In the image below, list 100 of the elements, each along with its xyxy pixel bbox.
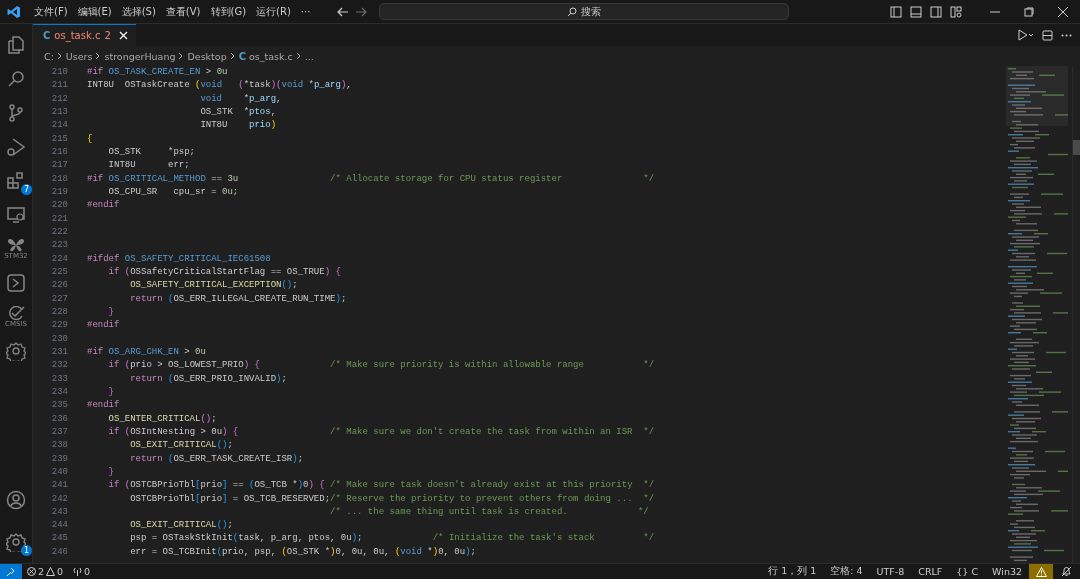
line-number: 223 — [50, 239, 69, 253]
code-line: OS_ENTER_CRITICAL(); — [107, 412, 217, 426]
panel-toggle-icon[interactable] — [910, 5, 922, 18]
line-number: 225 — [50, 265, 69, 279]
scrollbar-thumb[interactable] — [1073, 140, 1080, 155]
code-line: #if OS_TASK_CREATE_EN > 0u — [87, 66, 228, 79]
line-number: 220 — [50, 199, 69, 213]
menu-item[interactable]: 查看(V) — [160, 2, 206, 21]
antenna-icon — [73, 567, 83, 576]
problems-status[interactable]: 2 0 — [22, 566, 69, 577]
monitor-icon[interactable] — [6, 204, 26, 225]
code-line: OS_SAFETY_CRITICAL_EXCEPTION(); — [129, 279, 298, 293]
line-number: 213 — [50, 106, 69, 119]
c-file-icon: C — [43, 30, 51, 41]
code-line: } — [107, 305, 114, 319]
line-number: 228 — [50, 305, 69, 319]
status-item[interactable]: {} C — [949, 566, 986, 577]
ports-status[interactable]: 0 — [68, 566, 96, 577]
layout-icon[interactable] — [950, 5, 962, 18]
menu-item[interactable]: 转到(G) — [205, 2, 252, 21]
remote-button[interactable] — [0, 564, 22, 579]
code-line: err = OS_TCBInit(prio, psp, (OS_STK *)0, 0u, 0u, (void *)0, 0u); — [129, 545, 476, 559]
code-line: return (OS_ERR_ILLEGAL_CREATE_RUN_TIME); — [129, 292, 347, 306]
search-icon[interactable] — [6, 68, 26, 89]
forward-arrow-icon[interactable] — [355, 6, 368, 17]
breadcrumb-item[interactable]: C: — [44, 50, 54, 62]
menu-item[interactable]: 选择(S) — [116, 2, 161, 21]
code-line: INT8U OSTaskCreate (void (*task)(void *p_arg), — [87, 79, 352, 93]
more-icon[interactable] — [1061, 33, 1072, 37]
run-debug-icon[interactable] — [1016, 29, 1034, 41]
source-control-icon[interactable] — [6, 102, 26, 123]
settings-icon[interactable] — [6, 531, 26, 552]
c-file-icon: C — [238, 50, 246, 62]
line-number: 245 — [50, 532, 69, 546]
breadcrumb-item[interactable]: strongerHuang — [104, 50, 176, 62]
code-line: #endif — [87, 199, 120, 213]
restore-icon[interactable] — [1024, 6, 1034, 17]
menu-item[interactable]: 运行(R) — [251, 2, 296, 21]
status-item[interactable]: 空格: 4 — [823, 565, 870, 578]
close-icon[interactable] — [1058, 6, 1068, 17]
line-number: 239 — [50, 452, 69, 466]
butterfly-icon[interactable] — [6, 237, 26, 252]
terminal-icon[interactable] — [6, 272, 26, 293]
code-line: OS_CPU_SR cpu_sr = 0u; — [107, 185, 239, 199]
code-line: OS_EXIT_CRITICAL(); — [129, 519, 233, 533]
line-number: 226 — [50, 279, 69, 293]
line-number: 243 — [50, 505, 69, 519]
status-item[interactable]: Win32 — [985, 566, 1029, 577]
secondary-sidebar-icon[interactable] — [930, 5, 942, 18]
editor-tab[interactable]: C os_task.c 2 — [33, 24, 136, 46]
split-editor-icon[interactable] — [1042, 29, 1053, 41]
code-line: #endif — [87, 399, 120, 413]
back-arrow-icon[interactable] — [337, 6, 350, 17]
count-badge: 1 — [21, 545, 32, 556]
breadcrumb-item[interactable]: ... — [304, 50, 314, 62]
bell-slash-icon[interactable] — [1061, 566, 1072, 577]
chevron-icon — [95, 52, 102, 60]
code-line: if (OSTCBPrioTbl[prio] == (OS_TCB *)0) { /* Make sure task doesn't already exist at this priority */ — [107, 479, 655, 493]
line-number: 219 — [50, 185, 69, 199]
breadcrumb-item[interactable]: Users — [65, 50, 93, 62]
menu-item[interactable]: 文件(F) — [29, 2, 73, 21]
status-item[interactable]: UTF-8 — [869, 566, 912, 577]
account-icon[interactable] — [6, 489, 26, 510]
menu-item[interactable]: ··· — [295, 4, 316, 19]
vscode-logo-icon — [7, 4, 21, 19]
line-number: 236 — [50, 412, 69, 426]
breadcrumb-item[interactable]: Desktop — [187, 50, 227, 62]
line-number: 218 — [50, 172, 69, 186]
line-number: 221 — [50, 212, 69, 226]
line-number: 231 — [50, 345, 69, 359]
code-line: return (OS_ERR_TASK_CREATE_ISR); — [129, 452, 304, 466]
code-line: INT8U err; — [107, 159, 190, 173]
line-number: 224 — [50, 252, 69, 266]
code-line: #if OS_CRITICAL_METHOD == 3u /* Allocate storage for CPU status register */ — [87, 172, 655, 186]
line-number: 216 — [50, 145, 69, 159]
sidebar-toggle-icon[interactable] — [890, 5, 902, 18]
code-line: #ifdef OS_SAFETY_CRITICAL_IEC61508 — [87, 252, 271, 266]
search-icon — [567, 6, 578, 17]
run-debug-icon[interactable] — [6, 136, 26, 157]
extensions-icon[interactable] — [6, 170, 26, 191]
code-line: } — [107, 385, 114, 399]
menu-item[interactable]: 编辑(E) — [72, 2, 117, 21]
warning-icon — [46, 567, 56, 576]
files-icon[interactable] — [6, 34, 26, 55]
status-item[interactable]: CRLF — [911, 566, 950, 577]
code-line: OSTCBPrioTbl[prio] = OS_TCB_RESERVED;/* Reserve the priority to prevent others from doing ... */ — [129, 492, 655, 506]
breadcrumb-item[interactable]: os_task.c — [249, 50, 293, 62]
search-field[interactable]: 搜索 — [379, 3, 790, 20]
code-line: if (OSSafetyCriticalStartFlag == OS_TRUE) { — [107, 265, 341, 279]
warning-button[interactable] — [1029, 564, 1053, 579]
line-number: 227 — [50, 292, 69, 306]
line-number: 222 — [50, 225, 69, 239]
gear-chip-icon[interactable] — [6, 340, 26, 361]
code-line: /* ... the same thing until task is created. */ — [329, 505, 649, 519]
chevron-icon — [295, 52, 302, 60]
code-line: void *p_arg, — [199, 92, 282, 106]
status-item[interactable]: 行 1，列 1 — [761, 565, 824, 578]
line-number: 210 — [50, 66, 69, 79]
line-number: 212 — [50, 92, 69, 106]
line-number: 241 — [50, 479, 69, 493]
